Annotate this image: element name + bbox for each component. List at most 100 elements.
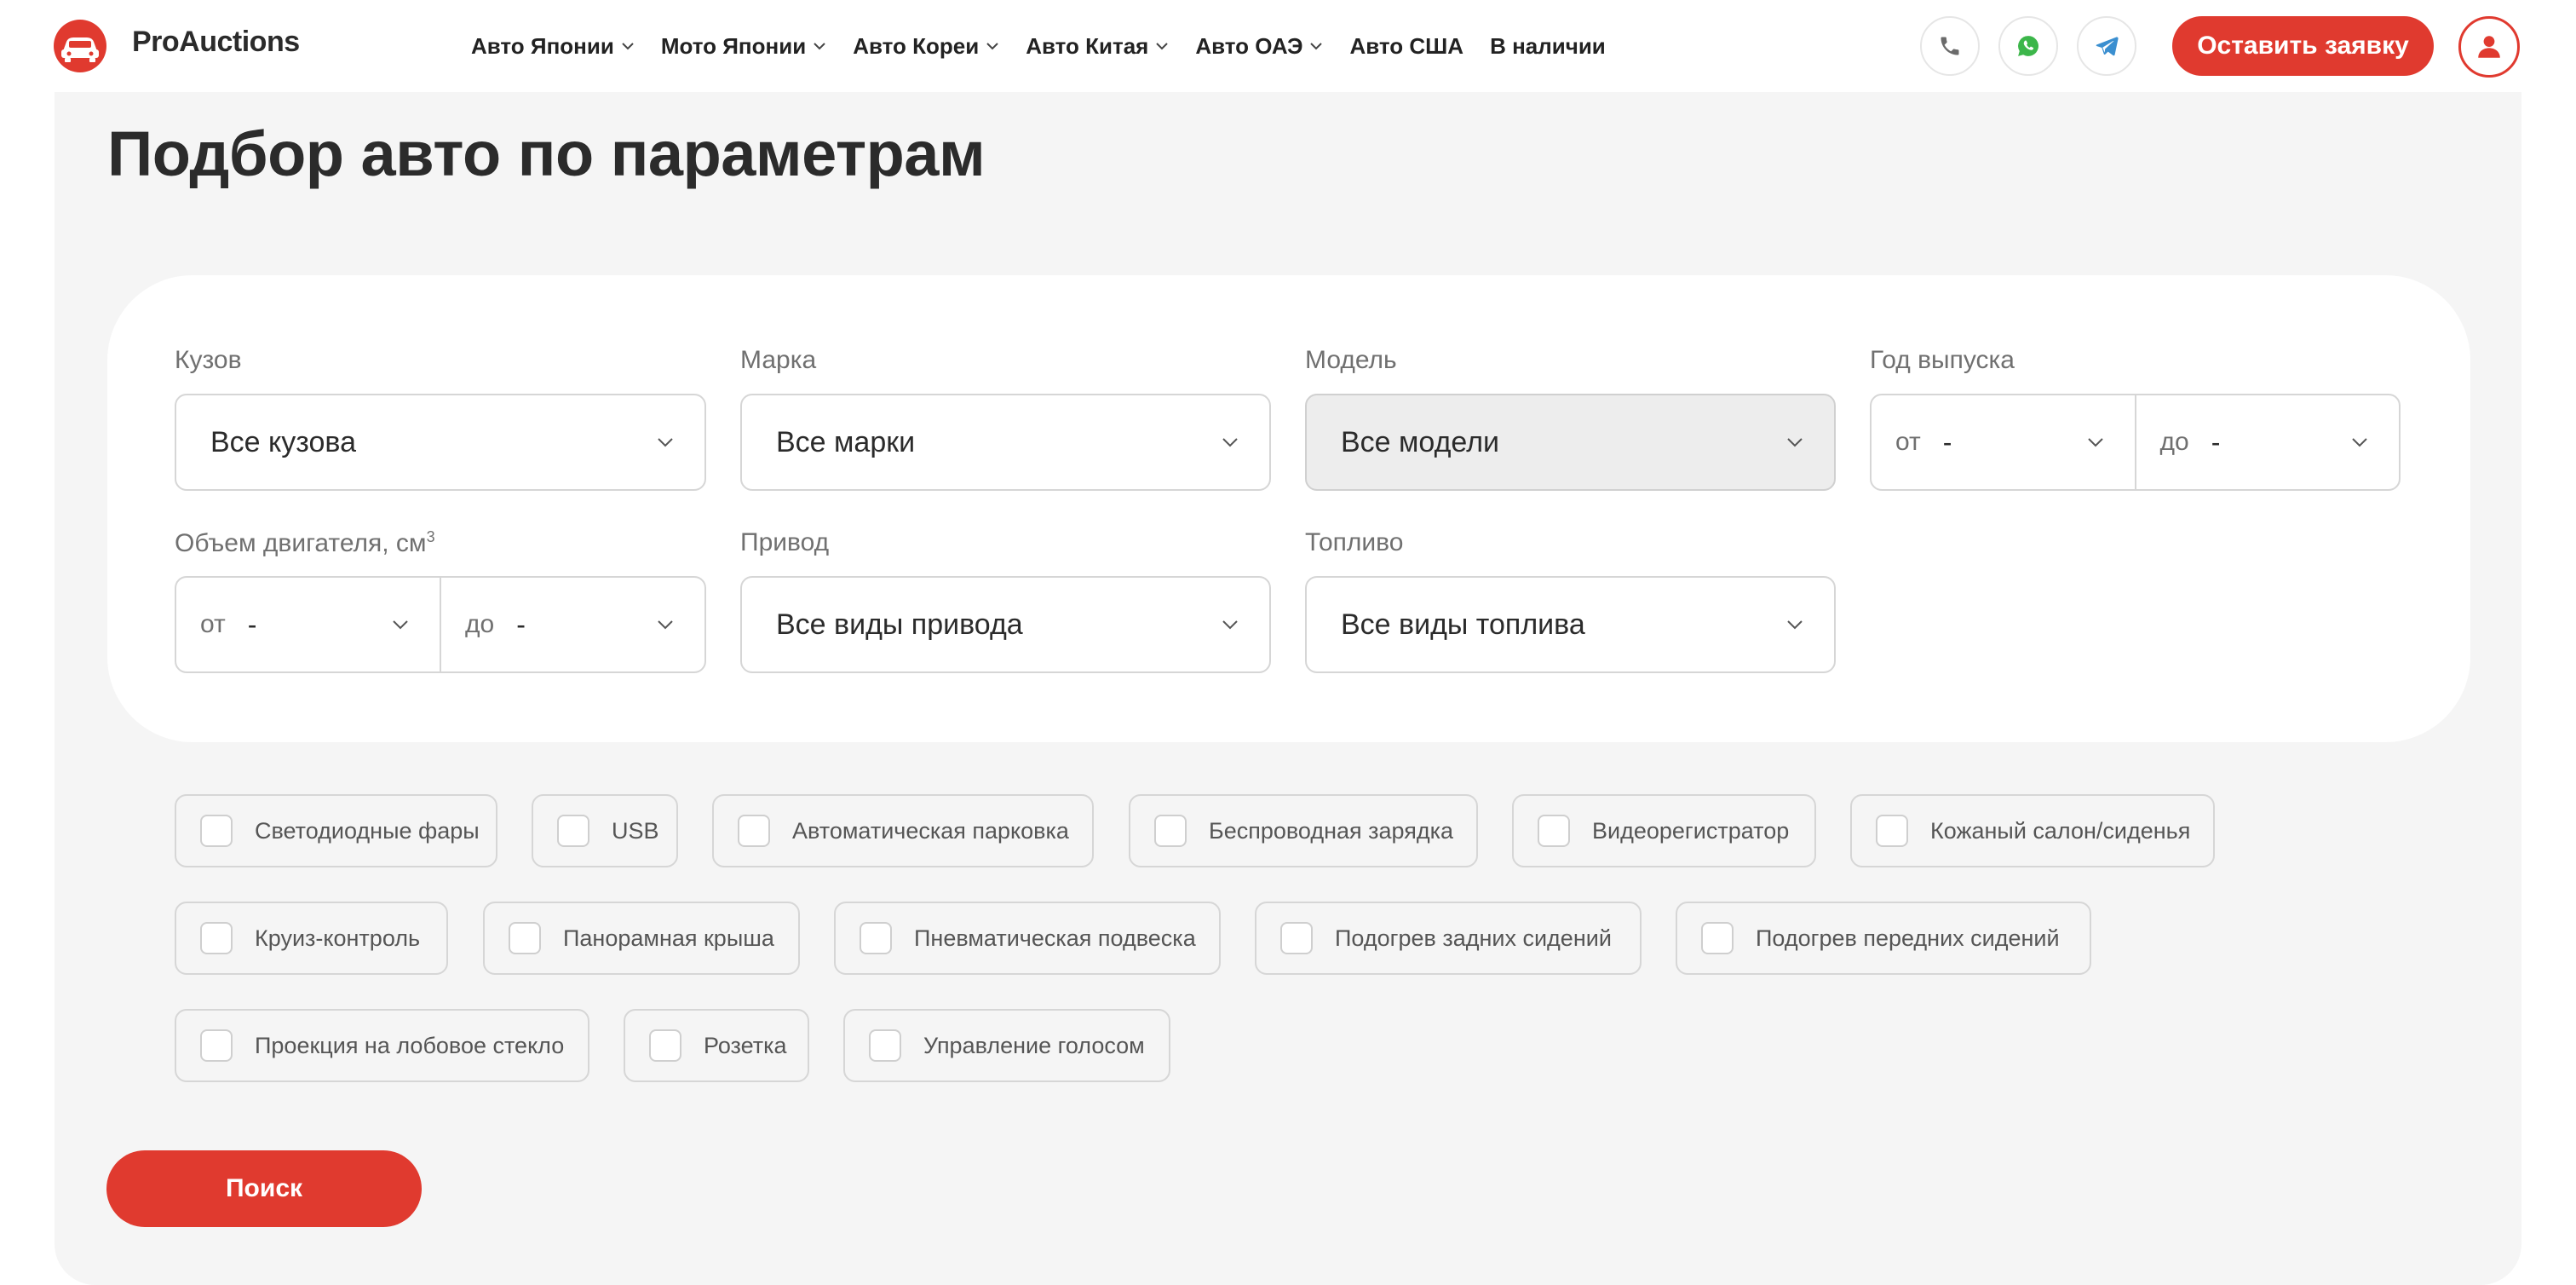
engine-from-value: - [247,608,257,640]
nav-item-label: В наличии [1490,32,1606,59]
option-label: Светодиодные фары [255,817,480,844]
site-header: ProAuctions Авто Японии Мото Японии Авто… [0,0,2576,92]
option-checkbox-panoramic-roof[interactable]: Панорамная крыша [483,902,800,975]
engine-to-prefix: до [465,610,495,638]
fuel-select-value: Все виды топлива [1341,608,1585,641]
year-from-value: - [1942,426,1952,458]
nav-item-label: Авто Кореи [853,32,980,59]
checkbox-box[interactable] [200,1029,233,1062]
option-label: Проекция на лобовое стекло [255,1032,565,1058]
make-label: Марка [740,346,817,374]
chevron-down-icon [1222,620,1238,630]
option-checkbox-head-up-display[interactable]: Проекция на лобовое стекло [175,1009,589,1082]
year-from-prefix: от [1895,428,1921,456]
option-checkbox-auto-parking[interactable]: Автоматическая парковка [712,794,1094,867]
nav-item-in-stock[interactable]: В наличии [1490,33,1606,60]
chevron-down-icon [1310,43,1323,50]
checkbox-box[interactable] [1538,815,1570,847]
user-account-button[interactable] [2458,16,2520,78]
option-checkbox-voice-control[interactable]: Управление голосом [843,1009,1170,1082]
checkbox-box[interactable] [1876,815,1908,847]
body-select-value: Все кузова [210,425,356,458]
checkbox-box[interactable] [860,922,892,954]
drive-select-value: Все виды привода [776,608,1023,641]
drive-select[interactable]: Все виды привода [740,576,1271,673]
brand-name[interactable]: ProAuctions [132,26,300,59]
car-logo-icon[interactable] [53,19,107,73]
search-button[interactable]: Поиск [106,1150,422,1227]
whatsapp-button[interactable] [1998,16,2058,76]
chevron-down-icon [658,438,673,447]
option-checkbox-usb[interactable]: USB [532,794,678,867]
nav-item-auto-usa[interactable]: Авто США [1349,33,1463,60]
option-label: Подогрев задних сидений [1335,925,1612,951]
option-label: USB [612,817,659,844]
option-label: Видеорегистратор [1592,817,1790,844]
engine-volume-range: от - до - [175,576,706,673]
fuel-select[interactable]: Все виды топлива [1305,576,1836,673]
year-to-value: - [2211,426,2221,458]
option-label: Автоматическая парковка [792,817,1069,844]
nav-item-moto-japan[interactable]: Мото Японии [661,33,826,60]
checkbox-box[interactable] [557,815,589,847]
nav-item-auto-japan[interactable]: Авто Японии [471,33,635,60]
model-label: Модель [1305,346,1397,374]
nav-item-auto-uae[interactable]: Авто ОАЭ [1195,33,1323,60]
option-checkbox-power-socket[interactable]: Розетка [624,1009,809,1082]
make-select-value: Все марки [776,425,916,458]
option-label: Пневматическая подвеска [914,925,1196,951]
checkbox-box[interactable] [200,815,233,847]
body-label: Кузов [175,346,242,374]
option-checkbox-front-seat-heating[interactable]: Подогрев передних сидений [1676,902,2091,975]
model-select[interactable]: Все модели [1305,394,1836,491]
option-label: Кожаный салон/сиденья [1930,817,2191,844]
nav-item-label: Авто Китая [1026,32,1149,59]
chevron-down-icon [1787,438,1803,447]
chevron-down-icon [986,43,998,50]
page-title: Подбор авто по параметрам [107,118,986,189]
option-label: Подогрев передних сидений [1756,925,2060,951]
telegram-button[interactable] [2077,16,2136,76]
engine-from-select[interactable]: от - [176,578,440,671]
checkbox-box[interactable] [869,1029,901,1062]
nav-item-auto-china[interactable]: Авто Китая [1026,33,1169,60]
main-nav: Авто Японии Мото Японии Авто Кореи Авто … [471,31,1632,61]
year-label: Год выпуска [1870,346,2015,374]
body-select[interactable]: Все кузова [175,394,706,491]
chevron-down-icon [814,43,825,50]
engine-to-select[interactable]: до - [440,578,704,671]
option-checkbox-rear-seat-heating[interactable]: Подогрев задних сидений [1255,902,1642,975]
whatsapp-icon [2018,36,2038,56]
checkbox-box[interactable] [509,922,541,954]
make-select[interactable]: Все марки [740,394,1271,491]
engine-volume-label-sup: 3 [426,528,435,545]
chevron-down-icon [1787,620,1803,630]
option-label: Круиз-контроль [255,925,421,951]
nav-item-label: Авто Японии [471,32,614,59]
submit-request-button[interactable]: Оставить заявку [2172,16,2434,76]
nav-item-auto-korea[interactable]: Авто Кореи [853,33,999,60]
option-checkbox-dashcam[interactable]: Видеорегистратор [1512,794,1816,867]
checkbox-box[interactable] [1154,815,1187,847]
model-select-value: Все модели [1341,425,1500,458]
year-from-select[interactable]: от - [1872,395,2135,489]
option-label: Панорамная крыша [563,925,774,951]
option-checkbox-led-headlights[interactable]: Светодиодные фары [175,794,497,867]
phone-button[interactable] [1920,16,1980,76]
year-to-select[interactable]: до - [2134,395,2400,489]
year-range: от - до - [1870,394,2401,491]
checkbox-box[interactable] [738,815,770,847]
checkbox-box[interactable] [200,922,233,954]
chevron-down-icon [393,620,408,630]
checkbox-box[interactable] [649,1029,681,1062]
phone-icon [1941,37,1959,55]
fuel-label: Топливо [1305,528,1404,556]
option-checkbox-air-suspension[interactable]: Пневматическая подвеска [834,902,1221,975]
nav-item-label: Авто ОАЭ [1195,32,1303,59]
chevron-down-icon [2087,438,2103,447]
option-checkbox-cruise-control[interactable]: Круиз-контроль [175,902,448,975]
option-checkbox-leather-seats[interactable]: Кожаный салон/сиденья [1850,794,2215,867]
checkbox-box[interactable] [1701,922,1734,954]
option-checkbox-wireless-charging[interactable]: Беспроводная зарядка [1129,794,1478,867]
checkbox-box[interactable] [1280,922,1313,954]
